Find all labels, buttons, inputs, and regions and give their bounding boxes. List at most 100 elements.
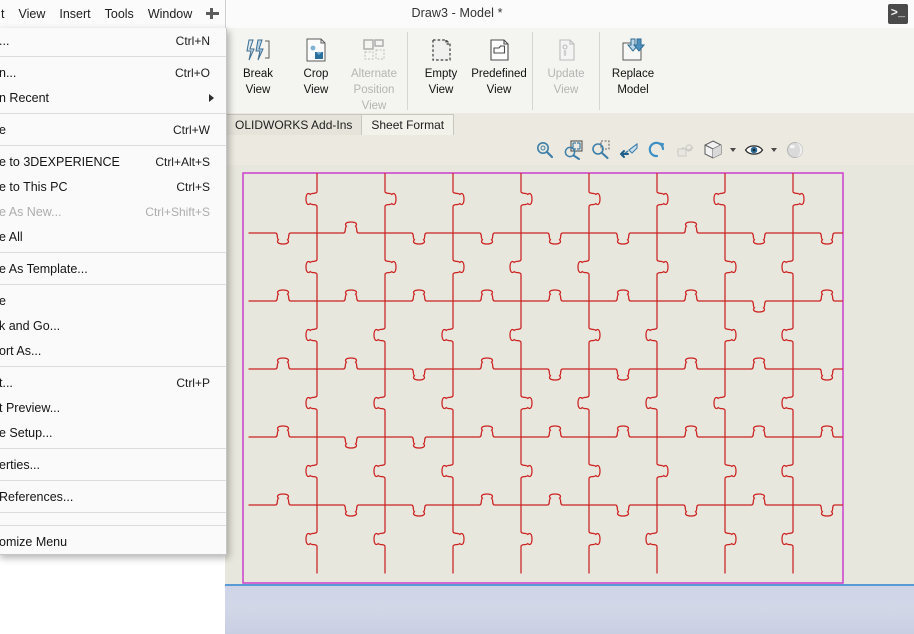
menu-separator xyxy=(0,252,226,253)
chevron-right-icon xyxy=(209,93,214,102)
ribbon-button-label: View xyxy=(245,84,271,96)
menu-item-label: n Recent xyxy=(0,90,50,105)
menu-item-label: omize Menu xyxy=(0,534,68,549)
section-view-icon xyxy=(673,138,697,162)
ribbon-group-3: Replace Model xyxy=(599,32,666,110)
menu-item-label: e All xyxy=(0,229,23,244)
ribbon-tab-strip: OLIDWORKS Add-Ins Sheet Format xyxy=(225,113,914,135)
menu-tools[interactable]: Tools xyxy=(98,4,141,24)
zoom-to-area-icon[interactable] xyxy=(533,138,557,162)
menu-item-15[interactable]: erties... xyxy=(0,452,226,477)
ribbon-button-label: Predefined xyxy=(471,68,527,80)
ribbon-button-label: Crop xyxy=(303,68,329,80)
menu-item-9[interactable]: e xyxy=(0,288,226,313)
update-view-button: Update View xyxy=(537,32,595,100)
file-menu-dropdown[interactable]: ... Ctrl+N n... Ctrl+O n Recent e Ctrl+W e to 3… xyxy=(0,28,227,555)
terminal-icon[interactable]: >_ xyxy=(888,4,908,24)
hide-show-items-chevron-down-icon[interactable] xyxy=(770,139,779,161)
zoom-to-fit-icon[interactable] xyxy=(561,138,585,162)
menu-separator xyxy=(0,525,226,526)
drawing-canvas[interactable] xyxy=(225,165,914,585)
menu-item-label: e to This PC xyxy=(0,179,68,194)
rotate-view-icon[interactable] xyxy=(645,138,669,162)
ribbon-button-label: Break xyxy=(242,68,274,80)
menu-item-13[interactable]: t Preview... xyxy=(0,395,226,420)
menu-edit-truncated[interactable]: t xyxy=(0,4,11,24)
ribbon-toolbar: Break View Crop View Alternate Position View… xyxy=(225,28,914,114)
crop-view-icon xyxy=(301,35,331,65)
crop-view-button[interactable]: Crop View xyxy=(287,32,345,100)
replace-model-button[interactable]: Replace Model xyxy=(604,32,662,100)
puzzle-edges xyxy=(248,173,843,574)
menu-item-shortcut: Ctrl+W xyxy=(173,122,210,137)
alternate-position-view-icon xyxy=(359,35,389,65)
menu-separator xyxy=(0,56,226,57)
menu-item-label: e xyxy=(0,293,6,308)
ribbon-button-label: Alternate xyxy=(350,68,398,80)
menu-item-shortcut: Ctrl+Alt+S xyxy=(155,154,210,169)
predefined-view-button[interactable]: Predefined View xyxy=(470,32,528,100)
menu-item-label: References... xyxy=(0,489,74,504)
menu-item-label: e to 3DEXPERIENCE xyxy=(0,154,120,169)
solidworks-window: Draw3 - Model * >_ t View Insert Tools Windo… xyxy=(0,0,914,634)
menu-item-3[interactable]: e Ctrl+W xyxy=(0,117,226,142)
menu-item-18[interactable]: omize Menu xyxy=(0,529,226,554)
menu-item-12[interactable]: t... Ctrl+P xyxy=(0,370,226,395)
hide-show-items-icon[interactable] xyxy=(742,138,766,162)
ribbon-button-label: Model xyxy=(617,84,649,96)
menu-item-10[interactable]: k and Go... xyxy=(0,313,226,338)
break-view-button[interactable]: Break View xyxy=(229,32,287,100)
menu-view[interactable]: View xyxy=(11,4,52,24)
menu-item-16[interactable]: References... xyxy=(0,484,226,509)
break-view-icon xyxy=(243,35,273,65)
menu-item-5[interactable]: e to This PC Ctrl+S xyxy=(0,174,226,199)
zoom-to-selection-icon[interactable] xyxy=(589,138,613,162)
status-area xyxy=(225,586,914,634)
menu-item-shortcut: Ctrl+O xyxy=(174,65,210,80)
empty-view-button[interactable]: Empty View xyxy=(412,32,470,100)
ribbon-button-label: Replace xyxy=(611,68,655,80)
pin-icon[interactable] xyxy=(205,6,221,22)
menu-item-label: e As Template... xyxy=(0,261,88,276)
update-view-icon xyxy=(551,35,581,65)
menu-item-8[interactable]: e As Template... xyxy=(0,256,226,281)
menu-item-label: n... xyxy=(0,65,17,80)
menu-insert[interactable]: Insert xyxy=(52,4,97,24)
menu-separator xyxy=(0,284,226,285)
display-style-cube-chevron-down-icon[interactable] xyxy=(729,139,738,161)
menu-item-2[interactable]: n Recent xyxy=(0,85,226,110)
ribbon-button-label: View xyxy=(361,100,387,112)
ribbon-button-label: View xyxy=(553,84,579,96)
menu-item-1[interactable]: n... Ctrl+O xyxy=(0,60,226,85)
display-style-cube-icon[interactable] xyxy=(701,138,725,162)
ribbon-button-label: Empty xyxy=(424,68,458,80)
tab-sheet-format[interactable]: Sheet Format xyxy=(361,114,455,135)
ribbon-group-1: Empty View Predefined View xyxy=(407,32,532,110)
menu-item-label: t Preview... xyxy=(0,400,61,415)
menu-item-shortcut: Ctrl+N xyxy=(175,33,210,48)
menu-item-label: t... xyxy=(0,375,13,390)
ribbon-button-label: View xyxy=(486,84,512,96)
view-toolbar xyxy=(225,135,914,165)
menu-item-14[interactable]: e Setup... xyxy=(0,420,226,445)
menu-item-7[interactable]: e All xyxy=(0,224,226,249)
previous-view-icon[interactable] xyxy=(617,138,641,162)
ribbon-button-label: View xyxy=(428,84,454,96)
replace-model-icon xyxy=(618,35,648,65)
menu-window[interactable]: Window xyxy=(141,4,199,24)
predefined-view-icon xyxy=(484,35,514,65)
menu-item-11[interactable]: ort As... xyxy=(0,338,226,363)
menu-item-label: k and Go... xyxy=(0,318,61,333)
menu-separator xyxy=(0,512,226,513)
menu-bar: t View Insert Tools Window xyxy=(0,0,226,29)
menu-separator xyxy=(0,480,226,481)
tab-solidworks-addins[interactable]: OLIDWORKS Add-Ins xyxy=(225,114,363,135)
alternate-position-view-button: Alternate Position View xyxy=(345,32,403,116)
menu-item-0[interactable]: ... Ctrl+N xyxy=(0,28,226,53)
menu-item-4[interactable]: e to 3DEXPERIENCE Ctrl+Alt+S xyxy=(0,149,226,174)
menu-separator xyxy=(0,113,226,114)
appearance-sphere-icon[interactable] xyxy=(783,138,807,162)
ribbon-button-label: Update xyxy=(547,68,585,80)
puzzle-piece-lines xyxy=(248,173,843,574)
empty-view-icon xyxy=(426,35,456,65)
